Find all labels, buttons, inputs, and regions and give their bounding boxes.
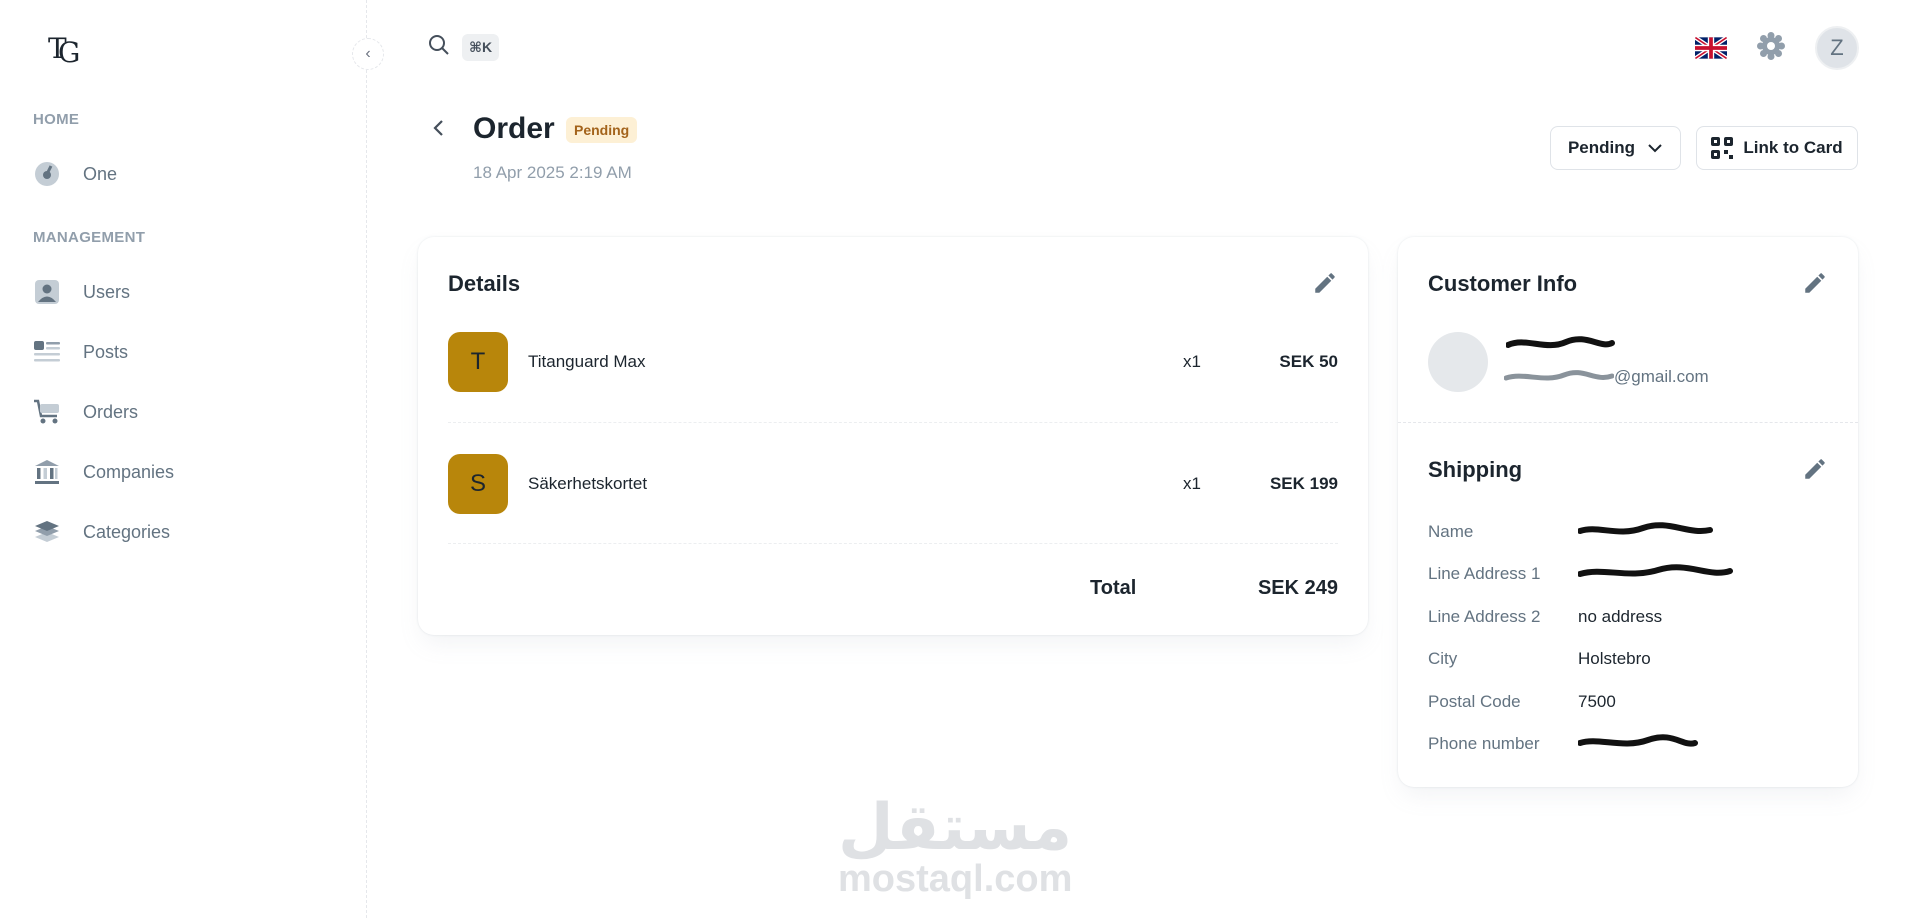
search-icon [428,34,450,61]
collapse-sidebar-button[interactable]: ‹ [352,38,384,70]
sidebar: T G HOME One MANAGEMENT Users Posts Orde… [0,0,367,918]
link-to-card-label: Link to Card [1743,138,1843,157]
user-avatar[interactable]: Z [1815,26,1859,70]
status-select-value: Pending [1567,138,1636,157]
chevron-left-icon [433,120,443,136]
sidebar-item-label: Categories [83,521,171,542]
bank-icon [33,458,61,486]
total-value: SEK 249 [1257,577,1338,599]
item-quantity: x1 [1183,352,1201,371]
redacted-customer-name [1506,336,1615,349]
customer-info-title: Customer Info [1428,271,1578,296]
item-avatar: T [448,332,508,392]
shipping-value: 7500 [1578,692,1616,711]
watermark-arabic: مستقل [838,791,1073,863]
dashboard-icon [33,160,61,188]
link-to-card-button[interactable]: Link to Card [1696,126,1858,170]
search-trigger[interactable]: ⌘K [428,34,500,61]
customer-email: @gmail.com [1614,367,1709,386]
nav-heading-management: MANAGEMENT [33,229,146,246]
sidebar-item-one[interactable]: One [33,152,333,196]
total-label: Total [1090,577,1137,599]
shipping-title: Shipping [1428,457,1523,482]
sidebar-item-users[interactable]: Users [33,270,333,314]
uk-flag-icon[interactable] [1695,36,1727,60]
shipping-label: Line Address 1 [1428,564,1541,583]
shipping-label: City [1428,649,1458,668]
edit-details-icon[interactable] [1312,270,1338,296]
list-item: S Säkerhetskortet x1 SEK 199 [448,454,1338,514]
shipping-value: no address [1578,607,1663,626]
item-name: Säkerhetskortet [528,474,648,493]
cart-icon [33,398,61,426]
sidebar-item-orders[interactable]: Orders [33,390,333,434]
shipping-label: Line Address 2 [1428,607,1541,626]
divider [1398,422,1858,423]
shipping-row-address-2: Line Address 2 no address [1428,607,1848,627]
order-date: 18 Apr 2025 2:19 AM [473,163,632,182]
topbar-actions: Z [1695,26,1859,70]
item-quantity: x1 [1183,474,1201,493]
edit-customer-icon[interactable] [1802,270,1828,296]
layers-icon [33,518,61,546]
sidebar-item-label: Companies [83,461,175,482]
posts-icon [33,338,61,366]
sidebar-item-companies[interactable]: Companies [33,450,333,494]
sidebar-item-label: One [83,163,118,184]
shipping-row-phone: Phone number [1428,734,1848,754]
sidebar-item-label: Orders [83,401,139,422]
shipping-row-city: City Holstebro [1428,649,1848,669]
sidebar-item-label: Users [83,281,131,302]
item-avatar: S [448,454,508,514]
shipping-row-name: Name [1428,522,1848,542]
page-title: Order [473,112,555,145]
redacted-address [1578,564,1733,577]
shipping-row-postal-code: Postal Code 7500 [1428,692,1848,712]
shipping-label: Postal Code [1428,692,1521,711]
sidebar-item-posts[interactable]: Posts [33,330,333,374]
item-price: SEK 199 [1269,474,1338,493]
sidebar-item-label: Posts [83,341,129,362]
edit-shipping-icon[interactable] [1802,456,1828,482]
item-price: SEK 50 [1279,352,1338,371]
status-badge: Pending [566,117,638,143]
redacted-email [1504,370,1614,381]
item-name: Titanguard Max [528,352,646,371]
shipping-label: Phone number [1428,734,1540,753]
customer-avatar [1428,332,1488,392]
chevron-down-icon [1648,144,1662,153]
redacted-name [1578,522,1713,535]
details-card: Details T Titanguard Max x1 SEK 50 S Säk… [418,237,1368,635]
list-item: T Titanguard Max x1 SEK 50 [448,332,1338,392]
user-icon [33,278,61,306]
shipping-value: Holstebro [1578,649,1651,668]
nav-heading-home: HOME [33,111,80,128]
settings-icon[interactable] [1757,31,1785,65]
customer-card: Customer Info @gmail.com Shipping Name L… [1398,237,1858,787]
divider [448,422,1338,423]
watermark-latin: mostaql.com [838,858,1073,900]
sidebar-item-categories[interactable]: Categories [33,510,333,554]
divider [448,543,1338,544]
redacted-phone [1578,734,1698,747]
shipping-row-address-1: Line Address 1 [1428,564,1848,584]
watermark: مستقل mostaql.com [838,791,1073,900]
qr-code-icon [1711,137,1734,159]
status-select[interactable]: Pending [1550,126,1681,170]
back-button[interactable] [432,118,446,144]
logo[interactable]: T G [44,28,84,69]
search-shortcut: ⌘K [462,34,500,61]
shipping-label: Name [1428,522,1474,541]
details-title: Details [448,271,521,296]
svg-text:G: G [58,36,80,68]
chevron-left-icon: ‹ [365,45,371,62]
